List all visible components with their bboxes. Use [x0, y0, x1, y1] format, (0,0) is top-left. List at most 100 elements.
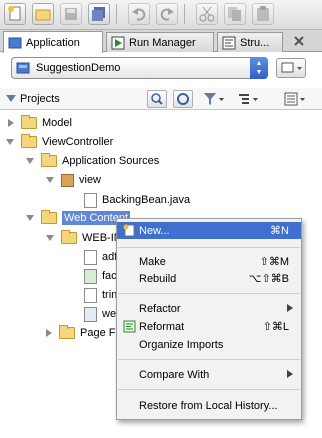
expand-arrow-icon[interactable]	[8, 119, 14, 127]
collapse-icon[interactable]	[6, 95, 16, 103]
magnifier-icon	[151, 93, 163, 105]
expand-arrow-icon[interactable]	[46, 329, 52, 337]
new-file-icon	[8, 6, 21, 21]
tree-node-web-xml[interactable]: we	[84, 305, 116, 323]
menu-item-reformat[interactable]: Reformat ⇧⌘L	[117, 318, 301, 335]
menu-separator	[118, 389, 300, 390]
panel-menu-button[interactable]	[283, 91, 309, 107]
folder-icon	[59, 325, 75, 339]
menu-item-organize-imports[interactable]: Organize Imports	[117, 336, 301, 353]
collapse-arrow-icon[interactable]	[6, 139, 14, 145]
chevron-up-down-icon: ▲ ▼	[250, 57, 268, 79]
tree-node-adf-config[interactable]: adf	[84, 248, 117, 266]
node-label: Application Sources	[62, 155, 160, 167]
tab-run-manager[interactable]: Run Manager	[106, 32, 214, 52]
menu-item-label: Make	[139, 255, 166, 268]
paste-button[interactable]	[252, 3, 274, 25]
tab-overflow-button[interactable]	[291, 34, 307, 48]
projects-panel-header: Projects	[0, 88, 322, 110]
reformat-icon	[123, 320, 136, 333]
collapse-arrow-icon[interactable]	[26, 158, 34, 164]
faces-config-icon	[84, 268, 97, 284]
main-toolbar	[0, 0, 322, 30]
new-gallery-button[interactable]	[4, 3, 26, 25]
menu-item-compare-with[interactable]: Compare With	[117, 366, 301, 383]
save-all-button[interactable]	[88, 3, 110, 25]
save-button[interactable]	[60, 3, 82, 25]
menu-item-shortcut: ⇧⌘L	[262, 321, 289, 333]
tab-label: Application	[26, 36, 80, 49]
node-label: BackingBean.java	[102, 194, 191, 206]
application-name: SuggestionDemo	[36, 62, 121, 74]
menu-separator	[118, 359, 300, 360]
tree-node-view-package[interactable]: view	[46, 171, 101, 189]
refresh-button[interactable]	[173, 90, 193, 108]
cut-button[interactable]	[196, 3, 218, 25]
tree-node-web-inf[interactable]: WEB-IN	[46, 229, 122, 247]
open-button[interactable]	[32, 3, 54, 25]
paste-icon	[257, 6, 269, 21]
tree-options-icon	[239, 94, 258, 104]
open-folder-icon	[35, 9, 51, 21]
menu-item-label: Compare With	[139, 368, 210, 381]
node-label: trin	[102, 289, 118, 301]
menu-separator	[118, 293, 300, 294]
panel-menu-icon	[284, 92, 305, 106]
copy-icon	[228, 7, 241, 21]
application-menu-button[interactable]	[276, 58, 306, 78]
tree-node-model[interactable]: Model	[8, 114, 72, 132]
tab-application[interactable]: Application	[3, 31, 103, 53]
menu-item-label: Refactor	[139, 302, 181, 315]
menu-item-label: Organize Imports	[139, 338, 224, 351]
tree-node-web-content[interactable]: Web Content	[26, 209, 131, 227]
menu-item-shortcut: ⌥⇧⌘B	[248, 273, 289, 285]
copy-button[interactable]	[224, 3, 246, 25]
context-menu: New... ⌘N Make ⇧⌘M Rebuild ⌥⇧⌘B Refactor…	[116, 218, 302, 420]
folder-icon	[21, 115, 37, 129]
redo-button[interactable]	[156, 3, 178, 25]
menu-item-label: Rebuild	[139, 272, 177, 285]
save-all-icon	[92, 7, 105, 21]
node-label: view	[79, 174, 102, 186]
structure-icon	[222, 36, 236, 49]
filter-button[interactable]	[202, 91, 228, 107]
scissors-icon	[199, 6, 215, 22]
run-manager-icon	[111, 36, 125, 49]
application-navigator-icon	[8, 37, 22, 48]
collapse-arrow-icon[interactable]	[46, 235, 54, 241]
tree-node-page-flows[interactable]: Page Fl	[46, 324, 118, 342]
node-label: ViewController	[42, 136, 114, 148]
node-label: fac	[102, 270, 117, 282]
tab-label: Stru...	[240, 36, 270, 49]
save-icon	[65, 8, 77, 20]
toolbar-separator	[184, 4, 185, 24]
undo-button[interactable]	[128, 3, 150, 25]
application-selector[interactable]: SuggestionDemo ▲ ▼	[11, 57, 268, 79]
new-item-icon	[123, 224, 135, 237]
menu-item-label: Restore from Local History...	[139, 399, 278, 412]
tree-node-backingbean[interactable]: BackingBean.java	[84, 191, 190, 209]
tree-node-faces-config[interactable]: fac	[84, 267, 117, 285]
xml-file-icon	[84, 287, 97, 303]
tree-node-application-sources[interactable]: Application Sources	[26, 152, 159, 170]
refresh-icon	[177, 93, 189, 105]
zoom-button[interactable]	[147, 90, 167, 108]
sort-button[interactable]	[237, 91, 263, 107]
tree-node-viewcontroller[interactable]: ViewController	[6, 133, 113, 151]
menu-item-restore-local-history[interactable]: Restore from Local History...	[117, 397, 301, 414]
menu-item-new[interactable]: New... ⌘N	[117, 222, 301, 239]
node-label: Model	[42, 117, 72, 129]
collapse-arrow-icon[interactable]	[26, 215, 34, 221]
projects-title: Projects	[20, 93, 60, 105]
close-icon	[294, 36, 304, 46]
collapse-arrow-icon[interactable]	[46, 177, 54, 183]
menu-item-rebuild[interactable]: Rebuild ⌥⇧⌘B	[117, 270, 301, 287]
node-label: adf	[102, 251, 118, 263]
node-label: Page Fl	[80, 327, 118, 339]
menu-item-make[interactable]: Make ⇧⌘M	[117, 253, 301, 270]
tree-node-trinidad-config[interactable]: trin	[84, 286, 117, 304]
redo-icon	[160, 8, 174, 21]
menu-item-refactor[interactable]: Refactor	[117, 300, 301, 317]
toolbar-separator	[116, 4, 117, 24]
tab-structure[interactable]: Stru...	[217, 32, 283, 52]
